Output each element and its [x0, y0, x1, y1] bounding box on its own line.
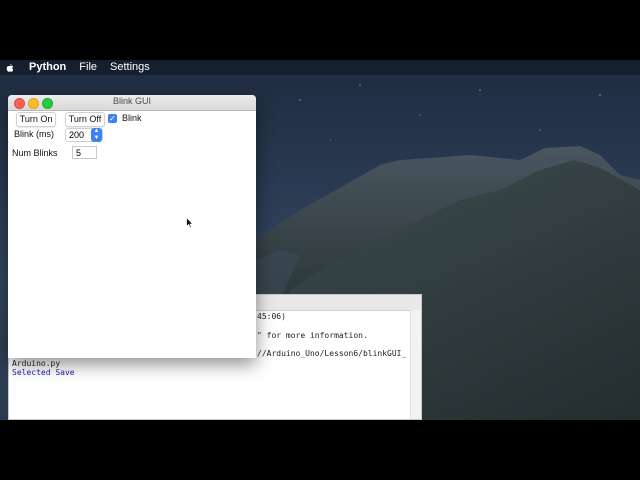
menu-bar: Python File Settings: [0, 60, 640, 75]
blink-ms-select[interactable]: 200 ▲ ▼: [65, 128, 103, 142]
apple-icon[interactable]: [5, 63, 15, 73]
blink-checkbox-label: Blink: [122, 113, 142, 123]
blink-gui-window: Blink GUI Turn On Turn Off ✓ Blink Blink…: [8, 95, 256, 358]
num-blinks-input[interactable]: 5: [72, 146, 97, 159]
console-line: 45:06): [257, 312, 286, 321]
blink-ms-value: 200: [69, 130, 85, 140]
blink-checkbox[interactable]: ✓: [108, 114, 117, 123]
menu-settings[interactable]: Settings: [110, 60, 150, 75]
desktop: Python File Settings 45:06) " for more i…: [0, 60, 640, 420]
console-status-line: Selected Save: [12, 368, 75, 377]
updown-chevron-icon: ▲ ▼: [91, 128, 102, 142]
num-blinks-label: Num Blinks: [12, 148, 58, 158]
mouse-pointer-icon: [186, 217, 194, 229]
window-title: Blink GUI: [112, 96, 151, 106]
menu-file[interactable]: File: [79, 60, 97, 75]
console-line: " for more information.: [257, 331, 368, 340]
window-titlebar[interactable]: Blink GUI: [8, 95, 256, 111]
console-scrollbar[interactable]: [410, 310, 421, 419]
console-line: Arduino.py: [12, 359, 61, 368]
blink-ms-label: Blink (ms): [14, 129, 54, 139]
console-line: //Arduino_Uno/Lesson6/blinkGUI_: [257, 349, 407, 358]
turn-on-button[interactable]: Turn On: [16, 112, 56, 127]
menu-python[interactable]: Python: [29, 60, 66, 75]
turn-off-button[interactable]: Turn Off: [65, 112, 105, 127]
